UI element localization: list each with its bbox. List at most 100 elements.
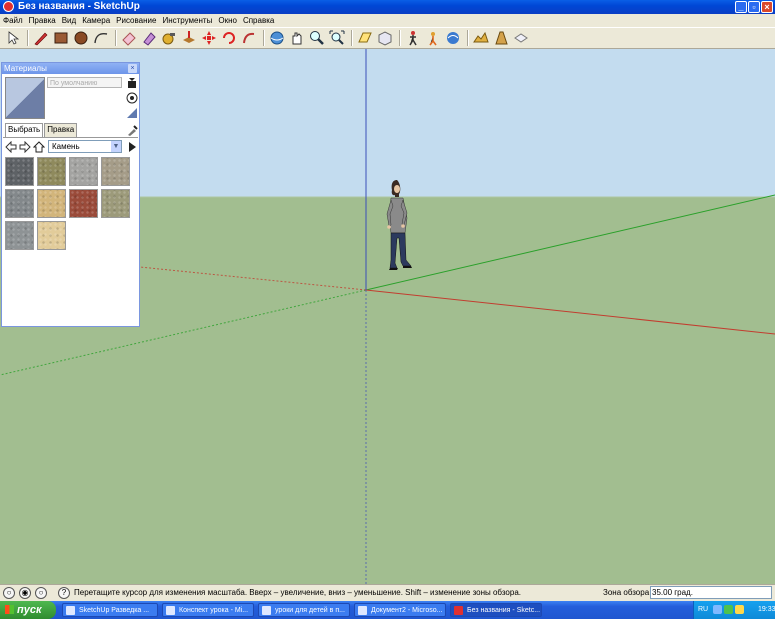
library-navigation: Камень ▼ [5,140,138,154]
orbit-icon[interactable] [268,29,286,47]
create-material-icon[interactable] [126,77,138,89]
window-title: Без названия - SketchUp [18,1,140,12]
material-swatch[interactable] [69,157,98,186]
styles-icon[interactable] [492,29,510,47]
select-icon[interactable] [4,29,22,47]
user-icon[interactable]: ○ [35,587,47,599]
material-name-field[interactable]: По умолчанию [47,77,122,88]
dropdown-arrow-icon[interactable]: ▼ [111,141,121,152]
fov-label: Зона обзора [603,588,650,597]
status-hint: Перетащите курсор для изменения масштаба… [74,588,521,597]
tab-select[interactable]: Выбрать [5,123,44,137]
window-icon [166,606,175,615]
material-swatch[interactable] [37,157,66,186]
materials-panel: Материалы × По умолчанию Выбрать Правка … [1,62,140,327]
details-arrow-icon[interactable] [126,141,138,153]
sample-paint-eyedropper-icon[interactable] [126,124,138,136]
components-icon[interactable] [376,29,394,47]
status-bar: ○ ◉ ○ ? Перетащите курсор для изменения … [0,584,775,601]
help-icon[interactable]: ? [58,587,70,599]
sketchup-logo-icon [3,1,14,12]
section-plane-icon[interactable] [356,29,374,47]
materials-panel-title: Материалы × [2,63,139,74]
library-select-value: Камень [52,142,80,151]
taskbar-item[interactable]: Документ2 - Microso... [354,603,446,617]
system-tray: RU 19:33 [693,601,775,619]
main-toolbar [0,27,775,49]
pencil-icon[interactable] [32,29,50,47]
material-swatch[interactable] [5,221,34,250]
taskbar-item-label: Документ2 - Microso... [371,607,443,614]
material-swatch[interactable] [5,157,34,186]
layers-icon[interactable] [512,29,530,47]
menu-camera[interactable]: Камера [79,14,113,27]
material-swatch[interactable] [69,189,98,218]
taskbar-item-label: Конспект урока - Mi... [179,607,249,614]
start-label: пуск [17,604,42,616]
rectangle-icon[interactable] [52,29,70,47]
window-icon [66,606,75,615]
home-icon[interactable] [32,141,46,153]
menu-tools[interactable]: Инструменты [159,14,215,27]
menu-edit[interactable]: Правка [26,14,59,27]
tape-measure-icon[interactable] [160,29,178,47]
sandbox-icon[interactable] [472,29,490,47]
windows-flag-icon [5,605,14,614]
menu-draw[interactable]: Рисование [113,14,159,27]
look-around-icon[interactable] [444,29,462,47]
volume-icon[interactable] [735,605,744,614]
credits-icon[interactable]: ◉ [19,587,31,599]
menu-window[interactable]: Окно [215,14,240,27]
menu-help[interactable]: Справка [240,14,277,27]
language-indicator[interactable]: RU [698,604,708,616]
taskbar-item[interactable]: SketchUp Разведка ... [62,603,158,617]
start-button[interactable]: пуск [0,601,56,619]
push-pull-icon[interactable] [180,29,198,47]
pan-icon[interactable] [288,29,306,47]
taskbar-item-label: SketchUp Разведка ... [79,607,150,614]
windows-taskbar: пуск SketchUp Разведка ... Конспект урок… [0,601,775,619]
minimize-button[interactable]: _ [735,1,747,13]
panel-close-button[interactable]: × [128,64,137,73]
taskbar-item-label: Без названия - Sketc... [467,607,541,614]
walk-icon[interactable] [404,29,422,47]
zoom-icon[interactable] [308,29,326,47]
title-bar: Без названия - SketchUp _ ▫ × [0,0,775,14]
close-button[interactable]: × [761,1,773,13]
word-icon [358,606,367,615]
geolocation-icon[interactable]: ○ [3,587,15,599]
menu-file[interactable]: Файл [0,14,26,27]
position-camera-icon[interactable] [424,29,442,47]
taskbar-item[interactable]: уроки для детей в п... [258,603,350,617]
material-swatch[interactable] [101,157,130,186]
materials-title-text: Материалы [4,64,47,73]
material-swatch[interactable] [5,189,34,218]
arc-icon[interactable] [92,29,110,47]
taskbar-item-active[interactable]: Без названия - Sketc... [450,603,542,617]
forward-arrow-icon[interactable] [19,140,31,154]
taskbar-item[interactable]: Конспект урока - Mi... [162,603,254,617]
tab-edit[interactable]: Правка [44,123,78,137]
menu-bar: Файл Правка Вид Камера Рисование Инструм… [0,14,775,27]
maximize-button[interactable]: ▫ [748,1,760,13]
material-swatch-grid [5,157,133,250]
circle-icon[interactable] [72,29,90,47]
taskbar-item-label: уроки для детей в п... [275,607,345,614]
back-arrow-icon[interactable] [5,140,17,154]
default-material-icon[interactable] [126,92,138,104]
network-icon[interactable] [713,605,722,614]
menu-view[interactable]: Вид [59,14,79,27]
display-secondary-icon[interactable] [126,107,138,119]
paint-bucket-icon[interactable] [140,29,158,47]
material-swatch[interactable] [37,221,66,250]
rotate-icon[interactable] [220,29,238,47]
security-icon[interactable] [724,605,733,614]
measurements-box[interactable]: 35.00 град. [650,586,772,599]
zoom-extents-icon[interactable] [328,29,346,47]
eraser-icon[interactable] [120,29,138,47]
material-swatch[interactable] [101,189,130,218]
material-swatch[interactable] [37,189,66,218]
move-icon[interactable] [200,29,218,47]
library-select[interactable]: Камень ▼ [48,140,122,153]
follow-me-icon[interactable] [240,29,258,47]
